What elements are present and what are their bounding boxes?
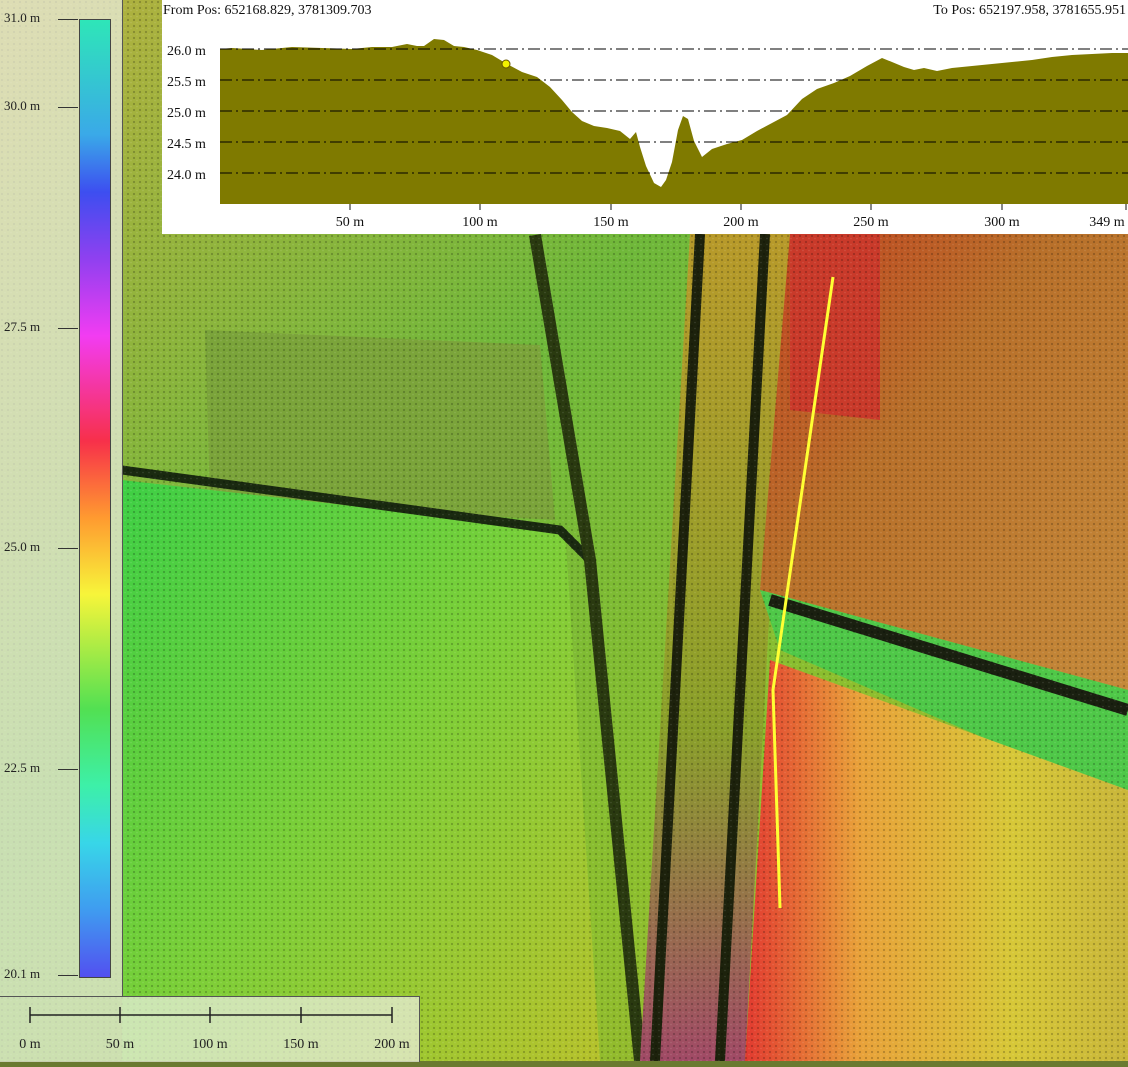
legend-label: 27.5 m — [4, 319, 41, 334]
profile-x-tick: 100 m — [462, 215, 498, 230]
legend-tick — [58, 548, 78, 549]
profile-y-tick: 26.0 m — [167, 44, 206, 59]
legend-label: 31.0 m — [4, 10, 41, 25]
scale-label: 200 m — [374, 1037, 410, 1052]
scale-label: 0 m — [19, 1037, 41, 1052]
legend-tick — [58, 975, 78, 976]
legend-tick — [58, 19, 78, 20]
profile-x-tick: 50 m — [336, 215, 365, 230]
scale-label: 100 m — [192, 1037, 228, 1052]
legend-tick — [58, 769, 78, 770]
profile-x-tick: 150 m — [593, 215, 629, 230]
profile-chart: 26.0 m 25.5 m 25.0 m 24.5 m 24.0 m 50 m … — [167, 39, 1128, 230]
scale-bar: 0 m 50 m 100 m 150 m 200 m — [0, 996, 420, 1062]
elevation-profile-panel[interactable]: From Pos: 652168.829, 3781309.703 To Pos… — [162, 0, 1128, 234]
profile-elevation-area — [220, 39, 1128, 204]
profile-y-tick: 25.0 m — [167, 106, 206, 121]
elevation-color-ramp — [79, 19, 111, 978]
profile-from-position: From Pos: 652168.829, 3781309.703 — [163, 3, 372, 18]
scale-label: 150 m — [283, 1037, 319, 1052]
legend-label: 30.0 m — [4, 98, 41, 113]
scale-bar-graphic: 0 m 50 m 100 m 150 m 200 m — [19, 1007, 410, 1052]
profile-y-tick: 24.0 m — [167, 168, 206, 183]
legend-label: 20.1 m — [4, 966, 41, 981]
profile-x-tick: 300 m — [984, 215, 1020, 230]
profile-x-tick: 349 m — [1089, 215, 1125, 230]
elevation-legend: 31.0 m 30.0 m 27.5 m 25.0 m 22.5 m 20.1 … — [0, 0, 123, 996]
profile-y-tick: 25.5 m — [167, 75, 206, 90]
legend-tick — [58, 107, 78, 108]
profile-x-tick: 200 m — [723, 215, 759, 230]
scale-label: 50 m — [106, 1037, 135, 1052]
legend-label: 22.5 m — [4, 760, 41, 775]
profile-y-tick: 24.5 m — [167, 137, 206, 152]
legend-tick — [58, 328, 78, 329]
profile-cursor-marker — [501, 59, 511, 69]
legend-label: 25.0 m — [4, 539, 41, 554]
profile-x-tick: 250 m — [853, 215, 889, 230]
profile-to-position: To Pos: 652197.958, 3781655.951 — [933, 3, 1126, 18]
